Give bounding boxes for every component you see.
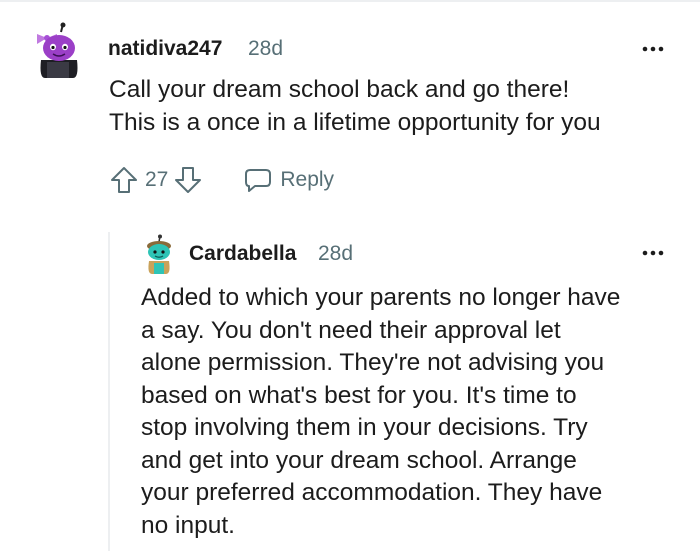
timestamp[interactable]: 28d: [248, 36, 283, 62]
comment-body: Call your dream school back and go there…: [109, 73, 684, 139]
comment-text-line: This is a once in a lifetime opportunity…: [109, 109, 601, 136]
comment-text-line: Added to which your parents no longer ha…: [141, 284, 621, 311]
comment-text-line: and get into your dream school. Arrange: [141, 446, 577, 474]
thread-line[interactable]: [108, 232, 110, 551]
downvote-button[interactable]: [172, 164, 204, 196]
arrow-up-outline-icon: [111, 167, 137, 193]
comment-text-line: based on what's best for you. It's time …: [141, 381, 577, 409]
vote-count: 27: [145, 168, 169, 191]
top-divider: [0, 0, 700, 2]
comment-body: Added to which your parents no longer ha…: [141, 282, 686, 542]
arrow-down-outline-icon: [175, 167, 202, 193]
timestamp[interactable]: 28d: [318, 241, 353, 267]
speech-bubble-icon: [245, 169, 272, 192]
more-options-icon[interactable]: [640, 36, 666, 62]
comment-text-line: no input.: [141, 511, 235, 539]
comment-text-line: alone permission. They're not advising y…: [141, 349, 605, 376]
avatar[interactable]: [33, 22, 83, 78]
comment-text-line: your preferred accommodation. They have: [141, 479, 603, 506]
more-options-icon[interactable]: [640, 240, 666, 266]
reply-button[interactable]: Reply: [244, 166, 334, 194]
comment-text-line: Call your dream school back and go there…: [109, 76, 570, 103]
username[interactable]: natidiva247: [108, 36, 222, 62]
comment-actions: 27 Reply: [108, 162, 334, 198]
avatar[interactable]: [143, 234, 175, 274]
upvote-button[interactable]: [108, 164, 140, 196]
reply-label: Reply: [280, 168, 335, 191]
comment-text-line: stop involving them in your decisions. T…: [141, 414, 588, 441]
comment-text-line: a say. You don't need their approval let: [141, 316, 561, 344]
username[interactable]: Cardabella: [189, 241, 296, 267]
